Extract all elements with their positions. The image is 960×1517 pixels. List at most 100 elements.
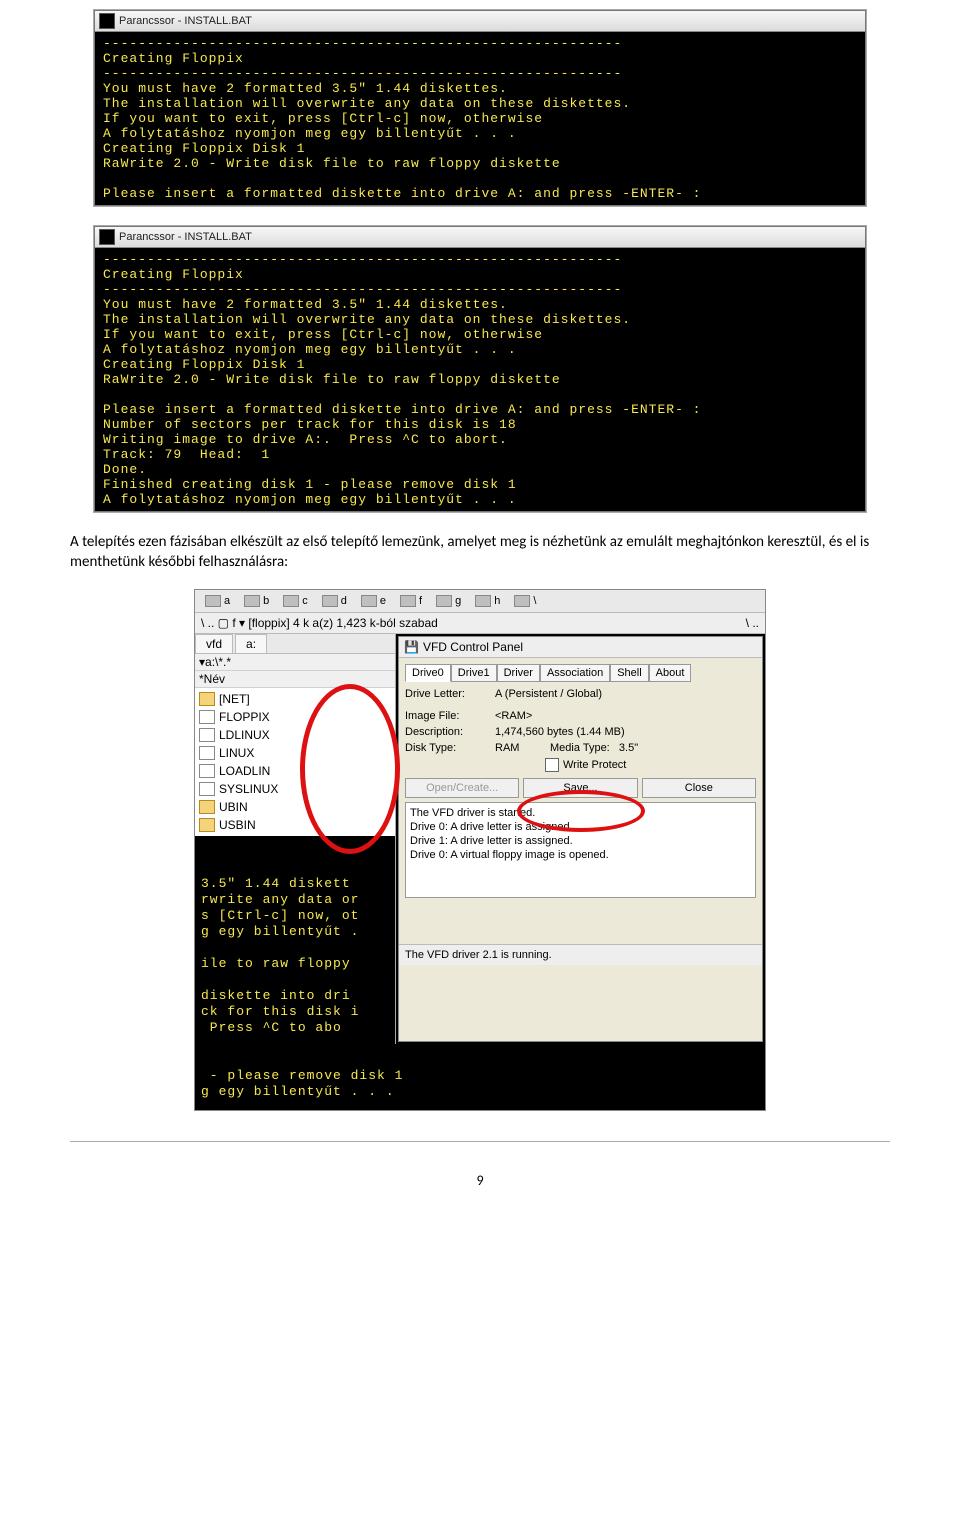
terminal-window-2: Parancssor - INSTALL.BAT ---------------… [94,226,866,512]
drive-letter-value: A (Persistent / Global) [495,688,756,700]
vfd-tab-shell[interactable]: Shell [610,664,648,682]
drive-button-\[interactable]: \ [510,594,540,608]
drive-button-b[interactable]: b [240,594,273,608]
window-title-1: Parancssor - INSTALL.BAT [119,15,252,27]
vfd-status: The VFD driver 2.1 is running. [399,944,762,965]
disk-type-label: Disk Type: [405,742,495,754]
tab-a[interactable]: a: [235,634,267,653]
file-icon [199,782,215,796]
tab-vfd[interactable]: vfd [195,634,233,653]
drive-button-d[interactable]: d [318,594,351,608]
drive-label: \ [533,595,536,607]
folder-icon [199,818,215,832]
drive-icon [244,595,260,607]
vfd-title-text: VFD Control Panel [423,640,523,654]
drive-icon [436,595,452,607]
file-name: LINUX [219,744,254,762]
file-row[interactable]: LOADLIN [199,762,391,780]
titlebar-2: Parancssor - INSTALL.BAT [95,227,865,248]
path-left: \ .. ▢ f ▾ [floppix] 4 k a(z) 1,423 k-bó… [201,616,438,630]
file-row[interactable]: [NET] [199,690,391,708]
drive-label: g [455,595,461,607]
column-header-path: ▾a:\*.* [195,654,395,671]
drive-icon [400,595,416,607]
save-button[interactable]: Save... [523,778,637,798]
open-create-button: Open/Create... [405,778,519,798]
drive-button-g[interactable]: g [432,594,465,608]
file-row[interactable]: SYSLINUX [199,780,391,798]
page-rule [70,1141,890,1142]
drive-icon [361,595,377,607]
titlebar-1: Parancssor - INSTALL.BAT [95,11,865,32]
terminal-fragment-left: 3.5" 1.44 diskett rwrite any data or s [… [195,836,395,1044]
drive-icon [514,595,530,607]
path-right: \ .. [746,616,759,630]
file-list: [NET]FLOPPIXLDLINUXLINUXLOADLINSYSLINUXU… [195,688,395,836]
image-file-label: Image File: [405,710,495,722]
vfd-tab-association[interactable]: Association [540,664,610,682]
write-protect-row[interactable]: Write Protect [545,758,756,772]
file-name: UBIN [219,798,248,816]
column-header-name: *Név [195,671,395,688]
vfd-titlebar: 💾 VFD Control Panel [399,637,762,658]
drive-button-e[interactable]: e [357,594,390,608]
file-icon [199,746,215,760]
body-paragraph: A telepítés ezen fázisában elkészült az … [70,532,890,573]
vfd-tab-drive1[interactable]: Drive1 [451,664,497,682]
vfd-tab-about[interactable]: About [649,664,692,682]
drive-label: c [302,595,308,607]
drive-icon [475,595,491,607]
write-protect-label: Write Protect [563,759,626,771]
vfd-tabs: Drive0Drive1DriverAssociationShellAbout [405,664,756,682]
path-row: \ .. ▢ f ▾ [floppix] 4 k a(z) 1,423 k-bó… [195,613,765,634]
media-type-label: Media Type: [550,742,610,754]
tab-row: vfd a: [195,634,395,654]
file-row[interactable]: LINUX [199,744,391,762]
file-row[interactable]: LDLINUX [199,726,391,744]
vfd-tab-driver[interactable]: Driver [497,664,540,682]
file-name: LDLINUX [219,726,270,744]
drive-label: d [341,595,347,607]
file-icon [199,728,215,742]
image-file-value: <RAM> [495,710,756,722]
file-row[interactable]: FLOPPIX [199,708,391,726]
file-icon [199,764,215,778]
drive-button-c[interactable]: c [279,594,312,608]
file-list-pane: vfd a: ▾a:\*.* *Név [NET]FLOPPIXLDLINUXL… [195,634,396,1044]
drive-button-a[interactable]: a [201,594,234,608]
file-icon [199,710,215,724]
media-type-value: 3.5" [619,742,638,754]
vfd-panel: 💾 VFD Control Panel Drive0Drive1DriverAs… [398,636,763,1042]
drive-label: f [419,595,422,607]
floppy-icon: 💾 [404,640,419,654]
vfd-tab-drive0[interactable]: Drive0 [405,664,451,682]
drive-icon [283,595,299,607]
vfd-log: The VFD driver is started.Drive 0: A dri… [405,802,756,898]
composite-figure: a b c d e f g h \ \ .. ▢ f ▾ [floppix] 4 k a(z) … [194,589,766,1111]
write-protect-checkbox[interactable] [545,758,559,772]
disk-type-value: RAM Media Type: 3.5" [495,742,756,754]
terminal-body-1: ----------------------------------------… [95,32,865,205]
drive-button-h[interactable]: h [471,594,504,608]
drive-row: a b c d e f g h \ [195,590,765,613]
window-title-2: Parancssor - INSTALL.BAT [119,231,252,243]
terminal-body-2: ----------------------------------------… [95,248,865,511]
file-name: FLOPPIX [219,708,270,726]
file-row[interactable]: USBIN [199,816,391,834]
terminal-window-1: Parancssor - INSTALL.BAT ---------------… [94,10,866,206]
file-name: LOADLIN [219,762,270,780]
drive-label: h [494,595,500,607]
drive-label: a [224,595,230,607]
description-label: Description: [405,726,495,738]
drive-button-f[interactable]: f [396,594,426,608]
cmd-icon [99,229,115,245]
drive-label: e [380,595,386,607]
file-name: SYSLINUX [219,780,278,798]
drive-letter-label: Drive Letter: [405,688,495,700]
terminal-fragment-bottom: - please remove disk 1 g egy billentyűt … [195,1044,765,1110]
drive-label: b [263,595,269,607]
file-row[interactable]: UBIN [199,798,391,816]
file-name: [NET] [219,690,250,708]
close-button[interactable]: Close [642,778,756,798]
drive-icon [205,595,221,607]
